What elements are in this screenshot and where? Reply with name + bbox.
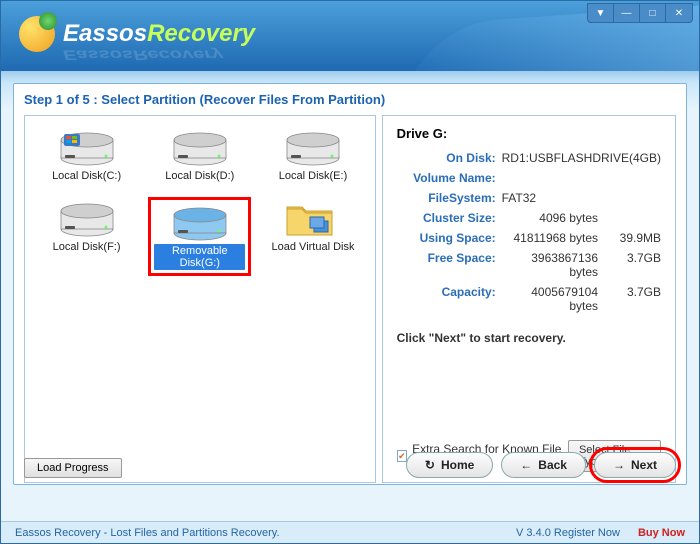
back-label: Back — [538, 458, 567, 472]
arrow-right-icon: → — [613, 458, 625, 472]
disk-grid: Local Disk(C:) Local Disk(D:) Local Disk… — [35, 126, 365, 276]
using-bytes: 41811968 bytes — [502, 231, 606, 245]
back-button[interactable]: ← Back — [501, 452, 586, 478]
logo-reflection: EassosRecovery — [63, 46, 223, 62]
drive-title: Drive G: — [397, 126, 661, 141]
drive-icon — [58, 199, 116, 237]
free-bytes: 3963867136 bytes — [502, 251, 606, 279]
disk-item[interactable]: Local Disk(D:) — [148, 126, 251, 185]
maximize-button[interactable]: □ — [640, 4, 666, 22]
capacity-human: 3.7GB — [606, 285, 661, 313]
disk-label: Local Disk(D:) — [162, 169, 237, 183]
disk-item[interactable]: Load Virtual Disk — [261, 197, 364, 276]
home-label: Home — [441, 458, 474, 472]
cluster-label: Cluster Size: — [397, 211, 502, 225]
filesystem-value: FAT32 — [502, 191, 536, 205]
footer: Eassos Recovery - Lost Files and Partiti… — [1, 521, 699, 543]
free-label: Free Space: — [397, 251, 502, 279]
drive-icon — [58, 128, 116, 166]
cluster-value: 4096 bytes — [502, 211, 606, 225]
next-button[interactable]: → Next — [594, 452, 676, 478]
dropdown-button[interactable]: ▼ — [588, 4, 614, 22]
capacity-bytes: 4005679104 bytes — [502, 285, 606, 313]
minimize-button[interactable]: — — [614, 4, 640, 22]
app-title: EassosRecovery — [63, 20, 255, 48]
using-human: 39.9MB — [606, 231, 661, 245]
filesystem-label: FileSystem: — [397, 191, 502, 205]
disk-label: Load Virtual Disk — [269, 240, 358, 254]
drive-icon — [284, 128, 342, 166]
home-button[interactable]: ↻ Home — [406, 452, 493, 478]
close-button[interactable]: ✕ — [666, 4, 692, 22]
arrow-left-icon: ← — [520, 458, 532, 472]
footer-tagline: Eassos Recovery - Lost Files and Partiti… — [15, 527, 280, 539]
on-disk-label: On Disk: — [397, 151, 502, 165]
logo-icon — [19, 16, 55, 52]
capacity-label: Capacity: — [397, 285, 502, 313]
volume-name-label: Volume Name: — [397, 171, 502, 185]
drive-icon — [171, 203, 229, 241]
footer-register-link[interactable]: V 3.4.0 Register Now — [516, 527, 620, 539]
partition-list: Local Disk(C:) Local Disk(D:) Local Disk… — [24, 115, 376, 483]
disk-item[interactable]: Removable Disk(G:) — [148, 197, 251, 276]
next-hint: Click "Next" to start recovery. — [397, 331, 661, 345]
app-title-second: Recovery — [147, 20, 255, 47]
partition-details: Drive G: On Disk:RD1:USBFLASHDRIVE(4GB) … — [382, 115, 676, 483]
window-controls: ▼ — □ ✕ — [587, 3, 693, 23]
panels: Local Disk(C:) Local Disk(D:) Local Disk… — [24, 115, 676, 483]
nav-buttons: ↻ Home ← Back → Next — [406, 452, 676, 478]
folder-icon — [284, 199, 342, 237]
drive-icon — [171, 128, 229, 166]
disk-label: Local Disk(C:) — [49, 169, 124, 183]
disk-item[interactable]: Local Disk(C:) — [35, 126, 138, 185]
disk-item[interactable]: Local Disk(F:) — [35, 197, 138, 276]
on-disk-value: RD1:USBFLASHDRIVE(4GB) — [502, 151, 661, 165]
disk-label: Local Disk(F:) — [50, 240, 124, 254]
free-human: 3.7GB — [606, 251, 661, 279]
titlebar: ▼ — □ ✕ EassosRecovery EassosRecovery — [1, 1, 699, 71]
refresh-icon: ↻ — [425, 458, 435, 472]
app-title-first: Eassos — [63, 20, 147, 47]
using-label: Using Space: — [397, 231, 502, 245]
next-label: Next — [631, 458, 657, 472]
app-window: ▼ — □ ✕ EassosRecovery EassosRecovery St… — [0, 0, 700, 544]
step-title: Step 1 of 5 : Select Partition (Recover … — [24, 92, 676, 107]
main-content: Step 1 of 5 : Select Partition (Recover … — [13, 83, 687, 485]
load-progress-button[interactable]: Load Progress — [24, 458, 122, 478]
disk-item[interactable]: Local Disk(E:) — [261, 126, 364, 185]
disk-label: Removable Disk(G:) — [154, 244, 245, 270]
footer-buy-link[interactable]: Buy Now — [638, 527, 685, 539]
disk-label: Local Disk(E:) — [276, 169, 350, 183]
